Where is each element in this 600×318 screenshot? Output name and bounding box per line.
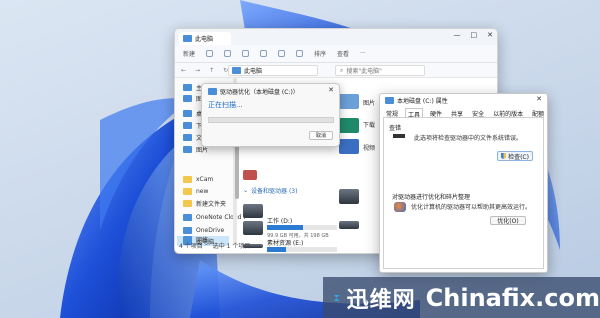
folder-icon	[183, 145, 192, 153]
sidebar-item-label: 新建文件夹	[196, 200, 227, 208]
drive-usage-fill	[267, 247, 286, 252]
up-icon[interactable]: ↑	[209, 67, 214, 74]
dialog-title: 驱动器优化（本地磁盘 (C:)）	[220, 89, 299, 96]
optimize-title: 对驱动器进行优化和碎片整理	[392, 194, 471, 201]
address-input[interactable]: 此电脑	[228, 65, 318, 76]
dialog-close-button[interactable]: ✕	[328, 86, 334, 94]
folder-icon	[183, 199, 192, 207]
shield-icon	[501, 153, 507, 159]
tile-label: 下载	[363, 122, 376, 129]
explorer-tab-title: 此电脑	[195, 36, 214, 43]
copy-icon[interactable]	[224, 50, 232, 57]
drive-icon	[208, 88, 217, 95]
drive-icon	[243, 170, 257, 180]
explorer-toolbar: 新建 排序 查看 ···	[175, 45, 497, 63]
delete-icon[interactable]	[296, 50, 304, 57]
cancel-button[interactable]: 取消	[309, 131, 333, 140]
drive-icon	[385, 97, 394, 104]
properties-tools-panel: 查错 此选项将检查驱动器中的文件系统错误。 检查(C) 对驱动器进行优化和碎片整…	[383, 117, 544, 269]
site-watermark: 迅维网 Chinafix.com	[323, 277, 600, 318]
gallery-icon	[183, 94, 192, 102]
sidebar-item-new[interactable]: new	[183, 186, 208, 196]
search-input[interactable]: ⌕ 搜索"此电脑"	[335, 65, 425, 76]
check-button[interactable]: 检查(C)	[497, 151, 533, 161]
sidebar-item-xcam[interactable]: xCam	[183, 174, 213, 184]
downloads-tile-icon[interactable]	[339, 118, 359, 133]
search-placeholder: 搜索"此电脑"	[346, 68, 382, 75]
defrag-icon	[394, 202, 406, 212]
cut-icon[interactable]	[206, 50, 214, 57]
sidebar-item-label: OneDrive	[196, 226, 225, 234]
new-button[interactable]: 新建	[183, 49, 195, 58]
explorer-titlebar: 此电脑 — □ ✕	[175, 29, 497, 45]
back-icon[interactable]: ←	[181, 67, 186, 74]
sidebar-item-onenote[interactable]: OneNote Cloud F	[183, 212, 247, 222]
sidebar-item-label: xCam	[196, 175, 214, 183]
dialog-titlebar: 驱动器优化（本地磁盘 (C:)）	[208, 87, 299, 96]
drive-c[interactable]	[243, 164, 283, 190]
dialog-progress-bar	[208, 117, 334, 123]
maximize-button[interactable]: □	[471, 31, 478, 39]
sort-button[interactable]: 排序	[314, 49, 326, 58]
folder-icon	[183, 133, 192, 141]
explorer-tab[interactable]: 此电脑	[179, 32, 231, 45]
drive-usage-bar	[267, 225, 337, 230]
drive-tile-icon[interactable]	[339, 189, 359, 204]
sidebar-item-label: new	[196, 187, 209, 195]
address-text: 此电脑	[244, 68, 263, 75]
watermark-en-text: Chinafix.com	[425, 283, 600, 312]
drive-name: 素材资源 (E:)	[267, 240, 304, 247]
dialog-status-text: 正在扫描...	[208, 101, 243, 109]
download-icon	[183, 121, 192, 129]
home-icon	[183, 83, 192, 91]
watermark-cn-text: 迅维网	[346, 287, 416, 313]
status-selected: 选中 1 个项目	[212, 243, 251, 250]
pictures-tile-icon[interactable]	[339, 94, 359, 109]
optimize-progress-dialog: 驱动器优化（本地磁盘 (C:)） ✕ 正在扫描... 取消	[201, 83, 340, 147]
error-checking-description: 此选项将检查驱动器中的文件系统错误。	[414, 135, 523, 142]
forward-icon[interactable]: →	[195, 67, 200, 74]
share-icon[interactable]	[278, 50, 286, 57]
drive-properties-window: 本地磁盘 (C:) 属性 ✕ 常规 工具 硬件 共享 安全 以前的版本 配额 查…	[379, 93, 548, 273]
view-button[interactable]: 查看	[337, 49, 349, 58]
rename-icon[interactable]	[260, 50, 268, 57]
folder-icon	[183, 109, 192, 117]
nav-arrows: ← → ↑ ↻	[181, 67, 228, 74]
computer-icon	[232, 67, 241, 74]
drive-usage-bar	[267, 247, 337, 252]
videos-tile-icon[interactable]	[339, 139, 359, 154]
more-button[interactable]: ···	[360, 50, 366, 57]
sidebar-item-new-folder[interactable]: 新建文件夹	[183, 198, 226, 208]
cloud-icon	[183, 226, 192, 234]
close-button[interactable]: ✕	[487, 31, 493, 39]
optimize-description: 优化计算机的驱动器可以帮助其更高效运行。	[411, 204, 532, 211]
drive-icon	[393, 134, 405, 138]
paste-icon[interactable]	[242, 50, 250, 57]
optimize-button[interactable]: 优化(O)	[490, 216, 526, 225]
properties-titlebar: 本地磁盘 (C:) 属性	[385, 96, 448, 105]
drive-e[interactable]: 素材资源 (E:)	[243, 238, 337, 252]
watermark-logo-icon	[333, 294, 340, 301]
tile-label: 图片	[363, 100, 376, 107]
status-item-count: 4 个项目	[179, 243, 203, 250]
minimize-button[interactable]: —	[454, 31, 461, 39]
folder-icon	[183, 175, 192, 183]
error-checking-title: 查错	[389, 125, 402, 132]
cloud-icon	[183, 213, 192, 221]
tile-label: 视频	[363, 145, 376, 152]
drive-name: 工作 (D:)	[267, 218, 293, 225]
computer-icon	[183, 35, 192, 42]
check-button-label: 检查(C)	[508, 153, 529, 161]
drive-tile-icon[interactable]	[339, 221, 359, 229]
window-controls: — □ ✕	[454, 31, 494, 39]
drive-usage-fill	[267, 225, 304, 230]
status-bar: 4 个项目 选中 1 个项目	[179, 241, 250, 250]
properties-title: 本地磁盘 (C:) 属性	[397, 98, 448, 105]
address-bar-row: ← → ↑ ↻ 此电脑 ⌕ 搜索"此电脑"	[175, 63, 497, 78]
folder-icon	[183, 187, 192, 195]
properties-close-button[interactable]: ✕	[536, 95, 542, 103]
search-icon: ⌕	[340, 66, 344, 74]
drive-icon	[243, 221, 263, 235]
